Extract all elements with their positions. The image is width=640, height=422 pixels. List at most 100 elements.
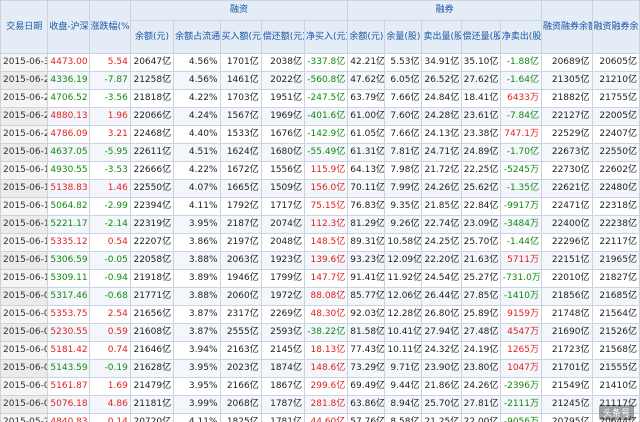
cell-total-balance: 21701亿 bbox=[541, 359, 593, 378]
cell-total-balance: 21882亿 bbox=[541, 89, 593, 108]
table-row[interactable]: 2015-06-115306.59-0.0522058亿3.88%2063亿19… bbox=[0, 251, 640, 270]
cell-rq-volume: 7.60亿 bbox=[384, 107, 423, 126]
table-row[interactable]: 2015-06-244880.131.9622066亿4.24%1567亿196… bbox=[0, 107, 640, 126]
cell-date: 2015-06-30 bbox=[0, 53, 49, 72]
table-row[interactable]: 2015-06-025161.871.6921479亿3.95%2166亿186… bbox=[0, 377, 640, 396]
cell-total-balance: 22621亿 bbox=[541, 179, 593, 198]
col-balance-diff[interactable]: 融资融券余额差值(元) bbox=[591, 0, 640, 54]
cell-rq-repay: 21.63亿 bbox=[460, 251, 501, 270]
cell-balance-diff: 21685亿 bbox=[591, 287, 640, 306]
table-row[interactable]: 2015-06-194637.05-5.9522611亿4.51%1624亿16… bbox=[0, 143, 640, 162]
cell-total-balance: 20689亿 bbox=[541, 53, 593, 72]
cell-rq-volume: 10.11亿 bbox=[384, 341, 423, 360]
col-rq-balance[interactable]: 余额(元) bbox=[347, 20, 386, 54]
cell-rq-net: 1047万 bbox=[499, 359, 543, 378]
cell-rz-ratio: 4.11% bbox=[173, 413, 221, 422]
col-date[interactable]: 交易日期 bbox=[0, 0, 49, 54]
table-row[interactable]: 2015-06-125335.120.5422207亿3.86%2197亿204… bbox=[0, 233, 640, 252]
col-total-balance[interactable]: 融资融券余额（元） bbox=[541, 0, 593, 54]
col-rz-net[interactable]: 净买入(元) bbox=[303, 20, 349, 54]
cell-rq-net: 4547万 bbox=[499, 323, 543, 342]
cell-rz-buy: 2023亿 bbox=[219, 359, 262, 378]
cell-rq-net: -1.70亿 bbox=[499, 143, 543, 162]
cell-rz-ratio: 3.87% bbox=[173, 305, 221, 324]
table-row[interactable]: 2015-06-234786.093.2122468亿4.40%1533亿167… bbox=[0, 125, 640, 144]
col-index-close[interactable]: 收盘-沪深300 bbox=[47, 0, 90, 54]
col-rq-volume[interactable]: 余量(股) bbox=[384, 20, 423, 54]
table-row[interactable]: 2015-06-155221.17-2.1422319亿3.95%2187亿20… bbox=[0, 215, 640, 234]
cell-rz-buy: 2197亿 bbox=[219, 233, 262, 252]
table-row[interactable]: 2015-06-264336.19-7.8721258亿4.56%1461亿20… bbox=[0, 71, 640, 90]
cell-total-balance: 21305亿 bbox=[541, 71, 593, 90]
cell-rq-volume: 5.53亿 bbox=[384, 53, 423, 72]
cell-index-close: 4336.19 bbox=[47, 71, 90, 90]
cell-rq-net: -9917万 bbox=[499, 197, 543, 216]
table-row[interactable]: 2015-06-085353.752.5421656亿3.87%2317亿226… bbox=[0, 305, 640, 324]
cell-date: 2015-06-09 bbox=[0, 287, 49, 306]
cell-rz-repay: 2145亿 bbox=[260, 341, 306, 360]
table-row[interactable]: 2015-06-035143.59-0.1921628亿3.95%2023亿18… bbox=[0, 359, 640, 378]
cell-rz-balance: 21181亿 bbox=[129, 395, 175, 414]
cell-rq-sell: 26.44亿 bbox=[421, 287, 462, 306]
cell-rz-ratio: 4.07% bbox=[173, 179, 221, 198]
col-rz-ratio[interactable]: 余额占流通市值比 bbox=[173, 20, 221, 54]
col-rq-repay[interactable]: 偿还量(股) bbox=[460, 20, 501, 54]
cell-rq-balance: 81.29亿 bbox=[347, 215, 386, 234]
cell-rz-balance: 21656亿 bbox=[129, 305, 175, 324]
cell-index-change: 3.21 bbox=[88, 125, 131, 144]
cell-rz-balance: 22066亿 bbox=[129, 107, 175, 126]
margin-table-view: 交易日期 收盘-沪深300 涨跌幅(%)沪深300 融资 融券 融资融券余额（元… bbox=[0, 0, 640, 422]
cell-rq-net: 747.1万 bbox=[499, 125, 543, 144]
cell-total-balance: 22673亿 bbox=[541, 143, 593, 162]
cell-balance-diff: 22238亿 bbox=[591, 215, 640, 234]
cell-date: 2015-06-10 bbox=[0, 269, 49, 288]
cell-rz-buy: 1792亿 bbox=[219, 197, 262, 216]
cell-index-change: -0.68 bbox=[88, 287, 131, 306]
cell-index-close: 5064.82 bbox=[47, 197, 90, 216]
table-row[interactable]: 2015-06-165064.82-2.9922394亿4.11%1792亿17… bbox=[0, 197, 640, 216]
cell-rq-balance: 93.23亿 bbox=[347, 251, 386, 270]
table-row[interactable]: 2015-06-095317.46-0.6821771亿3.88%2060亿19… bbox=[0, 287, 640, 306]
col-rz-buy[interactable]: 买入额(元) bbox=[219, 20, 262, 54]
table-row[interactable]: 2015-06-055230.550.5921608亿3.87%2555亿259… bbox=[0, 323, 640, 342]
table-row[interactable]: 2015-05-294840.830.1420720亿4.11%1825亿178… bbox=[0, 413, 640, 422]
cell-balance-diff: 22005亿 bbox=[591, 107, 640, 126]
cell-rq-balance: 81.58亿 bbox=[347, 323, 386, 342]
table-row[interactable]: 2015-06-105309.11-0.9421918亿3.89%1946亿17… bbox=[0, 269, 640, 288]
cell-rq-net: -5245万 bbox=[499, 161, 543, 180]
cell-rz-repay: 1799亿 bbox=[260, 269, 306, 288]
cell-rq-repay: 27.85亿 bbox=[460, 287, 501, 306]
table-row[interactable]: 2015-06-184930.55-3.5322666亿4.22%1672亿15… bbox=[0, 161, 640, 180]
cell-date: 2015-06-18 bbox=[0, 161, 49, 180]
cell-rq-volume: 12.09亿 bbox=[384, 251, 423, 270]
cell-date: 2015-06-08 bbox=[0, 305, 49, 324]
cell-rq-balance: 89.31亿 bbox=[347, 233, 386, 252]
cell-rz-buy: 2163亿 bbox=[219, 341, 262, 360]
table-row[interactable]: 2015-06-254706.52-3.5621818亿4.22%1703亿19… bbox=[0, 89, 640, 108]
col-rz-balance[interactable]: 余额(元) bbox=[129, 20, 175, 54]
table-row[interactable]: 2015-06-045181.420.7421646亿3.94%2163亿214… bbox=[0, 341, 640, 360]
cell-rz-ratio: 4.22% bbox=[173, 89, 221, 108]
table-row[interactable]: 2015-06-015076.184.8621181亿3.99%2068亿178… bbox=[0, 395, 640, 414]
cell-rz-buy: 1946亿 bbox=[219, 269, 262, 288]
cell-rq-sell: 22.74亿 bbox=[421, 215, 462, 234]
cell-rq-repay: 24.89亿 bbox=[460, 143, 501, 162]
col-rz-repay[interactable]: 偿还额(元) bbox=[260, 20, 306, 54]
cell-rz-buy: 1567亿 bbox=[219, 107, 262, 126]
col-rq-net[interactable]: 净卖出(股) bbox=[499, 20, 543, 54]
cell-balance-diff: 22117亿 bbox=[591, 233, 640, 252]
table-row[interactable]: 2015-06-175138.831.4622550亿4.07%1665亿150… bbox=[0, 179, 640, 198]
cell-rz-repay: 2074亿 bbox=[260, 215, 306, 234]
col-index-change[interactable]: 涨跌幅(%)沪深300 bbox=[88, 0, 131, 54]
cell-index-change: -3.56 bbox=[88, 89, 131, 108]
table-row[interactable]: 2015-06-304473.005.5420647亿4.56%1701亿203… bbox=[0, 53, 640, 72]
cell-rz-ratio: 3.86% bbox=[173, 233, 221, 252]
cell-rq-net: -2396万 bbox=[499, 377, 543, 396]
group-financing: 融资 bbox=[129, 0, 349, 21]
cell-date: 2015-06-01 bbox=[0, 395, 49, 414]
cell-date: 2015-06-19 bbox=[0, 143, 49, 162]
cell-index-close: 5181.42 bbox=[47, 341, 90, 360]
cell-rq-volume: 10.41亿 bbox=[384, 323, 423, 342]
cell-rq-volume: 9.35亿 bbox=[384, 197, 423, 216]
col-rq-sell[interactable]: 卖出量(股) bbox=[421, 20, 462, 54]
